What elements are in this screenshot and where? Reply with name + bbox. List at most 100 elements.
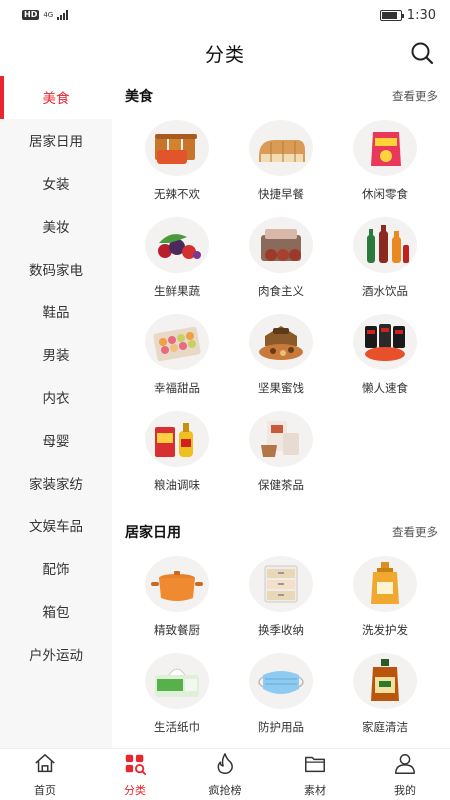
category-tile[interactable]: 保健茶品 [229, 407, 333, 504]
section-title: 美食 [125, 89, 153, 105]
sidebar-item-label: 鞋品 [42, 305, 70, 322]
folder-icon [302, 752, 328, 780]
sidebar-item-label: 数码家电 [29, 262, 83, 279]
tab-home[interactable]: 首页 [0, 749, 90, 800]
sidebar-item-12[interactable]: 箱包 [0, 590, 112, 633]
disinfectant-icon [353, 653, 417, 709]
sidebar-item-3[interactable]: 美妆 [0, 204, 112, 247]
sidebar-item-13[interactable]: 户外运动 [0, 632, 112, 675]
category-tile-label: 坚果蜜饯 [258, 381, 304, 395]
sidebar-item-label: 配饰 [42, 562, 70, 579]
sidebar-item-label: 女装 [42, 176, 70, 193]
sidebar-item-label: 内衣 [42, 390, 70, 407]
sidebar-item-1[interactable]: 居家日用 [0, 119, 112, 162]
sidebar-item-label: 美食 [42, 91, 70, 108]
hd-badge: HD [22, 10, 40, 20]
category-icon [122, 752, 148, 780]
tab-label: 首页 [34, 783, 56, 797]
sidebar-item-10[interactable]: 文娱车品 [0, 504, 112, 547]
category-tile[interactable]: 休闲零食 [333, 116, 437, 213]
sidebar-item-9[interactable]: 家装家纺 [0, 461, 112, 504]
shampoo-bottle-icon [353, 556, 417, 612]
instant-noodle-icon [353, 314, 417, 370]
sidebar-item-label: 母婴 [42, 433, 70, 450]
sidebar-item-0[interactable]: 美食 [0, 76, 112, 119]
sidebar-item-5[interactable]: 鞋品 [0, 290, 112, 333]
category-tile[interactable]: 无辣不欢 [125, 116, 229, 213]
search-icon[interactable] [410, 41, 434, 65]
tab-fire[interactable]: 疯抢榜 [180, 749, 270, 800]
category-tile[interactable]: 坚果蜜饯 [229, 310, 333, 407]
status-left: HD 4G [22, 10, 69, 20]
category-tile-label: 生鲜果蔬 [154, 284, 200, 298]
category-tile-label: 换季收纳 [258, 623, 304, 637]
category-tile-label: 粮油调味 [154, 478, 200, 492]
cooking-pot-icon [145, 556, 209, 612]
category-tile[interactable]: 肉食主义 [229, 213, 333, 310]
category-tile[interactable]: 生活纸巾 [125, 649, 229, 746]
category-tile[interactable]: 幸福甜品 [125, 310, 229, 407]
sidebar-item-label: 男装 [42, 348, 70, 365]
sidebar-item-11[interactable]: 配饰 [0, 547, 112, 590]
category-tile-label: 家庭清洁 [362, 720, 408, 734]
bottom-tab-bar: 首页 分类 疯抢榜 素材 我的 [0, 748, 450, 800]
category-tile[interactable]: 家庭清洁 [333, 649, 437, 746]
network-type: 4G [43, 10, 54, 19]
bread-icon [249, 120, 313, 176]
category-tile-label: 保健茶品 [258, 478, 304, 492]
sidebar-item-2[interactable]: 女装 [0, 162, 112, 205]
category-tile[interactable]: 懒人速食 [333, 310, 437, 407]
section-0: 美食 查看更多无辣不欢 快捷早餐 休闲零食生鲜果蔬 肉食主义 酒水饮品幸福甜品 坚果蜜饯 懒人… [112, 76, 450, 504]
category-tile[interactable]: 洗发护发 [333, 552, 437, 649]
category-tile-label: 精致餐厨 [154, 623, 200, 637]
see-more-link[interactable]: 查看更多 [392, 88, 438, 104]
tab-label: 疯抢榜 [208, 783, 242, 797]
fire-icon [212, 752, 238, 780]
storage-drawer-icon [249, 556, 313, 612]
category-tile-label: 酒水饮品 [362, 284, 408, 298]
status-bar: HD 4G 1:30 [0, 0, 450, 30]
section-header: 美食 查看更多 [125, 76, 438, 116]
category-tile-label: 肉食主义 [258, 284, 304, 298]
battery-icon [379, 9, 404, 21]
fresh-fruit-icon [145, 217, 209, 273]
rice-oil-icon [145, 411, 209, 467]
tab-label: 我的 [394, 783, 416, 797]
category-tile[interactable]: 防护用品 [229, 649, 333, 746]
category-sidebar: 美食居家日用女装美妆数码家电鞋品男装内衣母婴家装家纺文娱车品配饰箱包 户外运动 [0, 76, 112, 748]
user-icon [392, 752, 418, 780]
page-title: 分类 [204, 43, 245, 66]
home-icon [32, 752, 58, 780]
section-title: 居家日用 [125, 525, 181, 541]
category-grid: 精致餐厨 换季收纳 洗发护发生活纸巾 防护用品 家庭清洁 [125, 552, 438, 746]
see-more-link[interactable]: 查看更多 [392, 524, 438, 540]
tab-user[interactable]: 我的 [360, 749, 450, 800]
category-tile[interactable]: 快捷早餐 [229, 116, 333, 213]
category-tile[interactable]: 换季收纳 [229, 552, 333, 649]
sidebar-item-label: 文娱车品 [29, 519, 83, 536]
sidebar-item-8[interactable]: 母婴 [0, 418, 112, 461]
drinks-icon [353, 217, 417, 273]
category-tile-label: 休闲零食 [362, 187, 408, 201]
category-tile[interactable]: 生鲜果蔬 [125, 213, 229, 310]
signal-icon [57, 10, 69, 20]
sidebar-item-label: 美妆 [42, 219, 70, 236]
category-tile-label: 防护用品 [258, 720, 304, 734]
category-grid: 无辣不欢 快捷早餐 休闲零食生鲜果蔬 肉食主义 酒水饮品幸福甜品 坚果蜜饯 懒人速食粮油调味… [125, 116, 438, 504]
status-right: 1:30 [379, 8, 436, 23]
tab-folder[interactable]: 素材 [270, 749, 360, 800]
tissue-icon [145, 653, 209, 709]
nuts-box-icon [249, 314, 313, 370]
tab-category[interactable]: 分类 [90, 749, 180, 800]
category-tile[interactable]: 粮油调味 [125, 407, 229, 504]
section-1: 居家日用 查看更多精致餐厨 换季收纳 洗发护发生活纸巾 防护用品 家庭清洁 [112, 512, 450, 746]
section-header: 居家日用 查看更多 [125, 512, 438, 552]
category-tile[interactable]: 酒水饮品 [333, 213, 437, 310]
sidebar-item-7[interactable]: 内衣 [0, 376, 112, 419]
category-tile-label: 懒人速食 [362, 381, 408, 395]
tab-label: 分类 [124, 783, 146, 797]
category-tile[interactable]: 精致餐厨 [125, 552, 229, 649]
sidebar-item-6[interactable]: 男装 [0, 333, 112, 376]
category-content: 美食 查看更多 无辣不欢 快捷早餐 休闲零食 生鲜果蔬 肉食主义 酒水饮品 幸福甜品 坚果蜜饯 懒人… [112, 76, 450, 748]
sidebar-item-4[interactable]: 数码家电 [0, 247, 112, 290]
